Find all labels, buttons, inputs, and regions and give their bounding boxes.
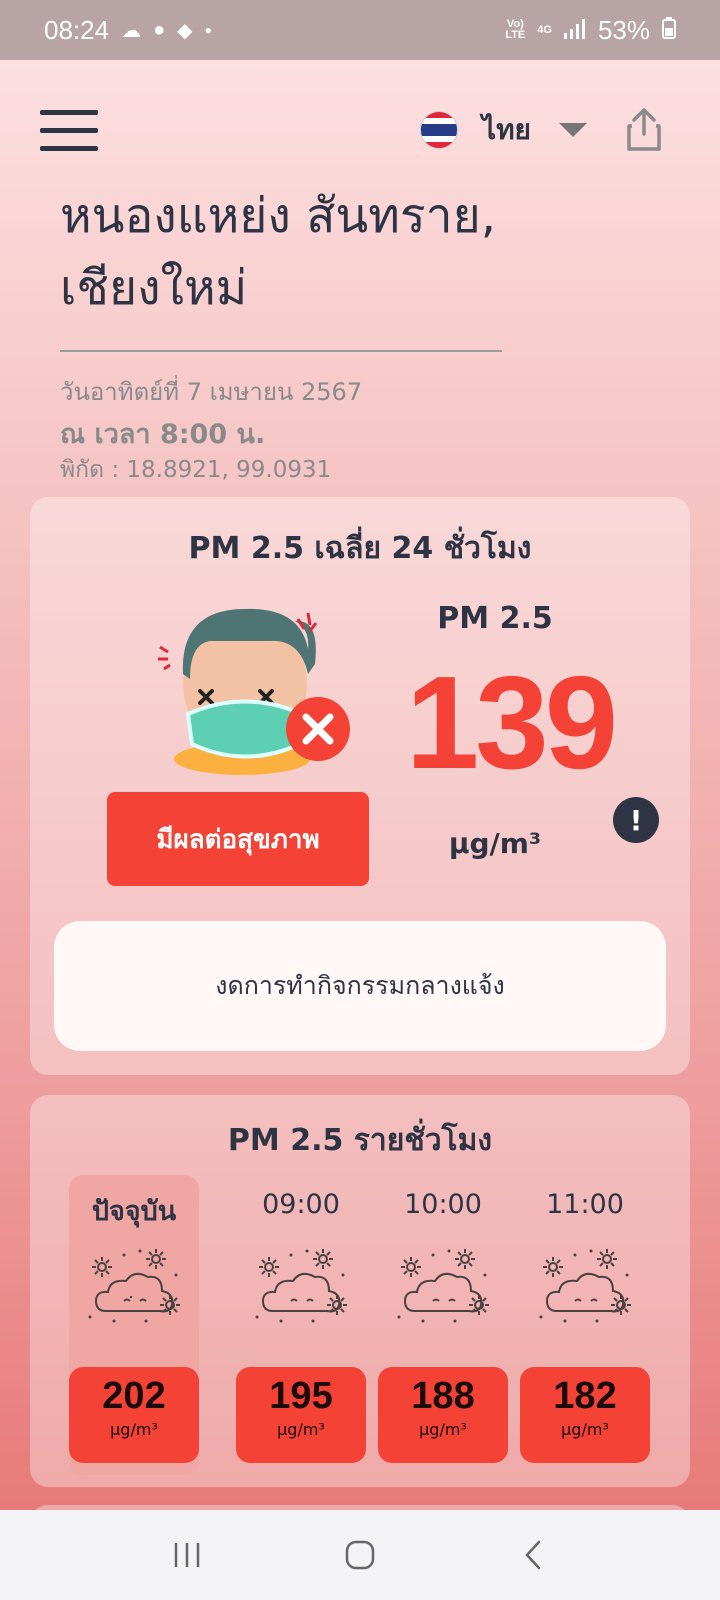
time-text: ณ เวลา 8:00 น. (60, 419, 266, 450)
battery-icon (662, 15, 676, 46)
chevron-down-icon (558, 123, 587, 137)
cloud-icon: ☁ (121, 19, 142, 42)
hour-value-box: 195 μg/m³ (236, 1367, 366, 1463)
hour-item-1100[interactable]: 11:00 182 μg/m³ (520, 1175, 650, 1475)
hour-label: 09:00 (262, 1189, 340, 1220)
advice-text: งดการทำกิจกรรมกลางแจ้ง (215, 971, 505, 1000)
hour-unit: μg/m³ (110, 1420, 158, 1439)
hour-value: 188 (411, 1375, 475, 1417)
hour-unit: μg/m³ (277, 1420, 325, 1439)
recent-apps-icon[interactable] (157, 1525, 217, 1585)
thailand-flag-icon (420, 111, 458, 149)
language-selector[interactable]: ไทย (420, 108, 587, 152)
dot-icon: ● (204, 23, 212, 37)
hour-item-1000[interactable]: 10:00 188 μg/m³ (378, 1175, 508, 1475)
pm-value: 139 (405, 649, 618, 796)
status-time: 08:24 (44, 14, 110, 45)
hour-value-box: 202 μg/m³ (69, 1367, 199, 1463)
network-type: 4G (537, 23, 552, 36)
signal-icon (563, 15, 586, 46)
language-label: ไทย (482, 113, 531, 146)
home-icon[interactable] (330, 1525, 390, 1585)
hour-label: ปัจจุบัน (91, 1196, 177, 1227)
health-status-button[interactable]: มีผลต่อสุขภาพ (107, 792, 369, 886)
info-icon[interactable]: ! (613, 797, 659, 843)
hour-item-current[interactable]: ปัจจุบัน 202 μg/m³ (69, 1175, 199, 1475)
hour-value: 202 (102, 1375, 166, 1417)
hour-unit: μg/m³ (561, 1420, 609, 1439)
hour-item-0900[interactable]: 09:00 195 μg/m³ (236, 1175, 366, 1475)
hour-value-box: 182 μg/m³ (520, 1367, 650, 1463)
hour-value-box: 188 μg/m³ (378, 1367, 508, 1463)
hour-value: 182 (553, 1375, 617, 1417)
system-nav-bar (0, 1510, 720, 1600)
pm-unit: μg/m³ (448, 827, 542, 860)
menu-icon[interactable] (40, 110, 98, 152)
hour-label: 10:00 (404, 1189, 482, 1220)
share-icon[interactable] (626, 106, 662, 152)
pm-daily-title: PM 2.5 เฉลี่ย 24 ชั่วโมง (188, 531, 532, 566)
date-text: วันอาทิตย์ที่ 7 เมษายน 2567 (60, 378, 363, 406)
haze-cloud-icon (84, 1245, 184, 1325)
hour-unit: μg/m³ (419, 1420, 467, 1439)
pm-hourly-title: PM 2.5 รายชั่วโมง (227, 1123, 493, 1158)
status-bar: 08:24 ☁ ● ◆ ● Vo) LTE 4G 53% (0, 0, 720, 60)
advice-box: งดการทำกิจกรรมกลางแจ้ง (54, 921, 666, 1051)
location-title: หนองแหย่ง สันทราย, เชียงใหม่ (60, 188, 496, 316)
coordinates-text: พิกัด : 18.8921, 99.0931 (60, 457, 332, 483)
haze-cloud-icon (393, 1245, 493, 1325)
divider (60, 350, 502, 352)
line-icon: ● (153, 18, 166, 41)
hour-value: 195 (269, 1375, 333, 1417)
back-icon[interactable] (503, 1525, 563, 1585)
sick-face-mask-icon (150, 589, 360, 779)
volte-icon: Vo) LTE (505, 18, 526, 41)
hour-label: 11:00 (546, 1189, 624, 1220)
pm-daily-card: PM 2.5 เฉลี่ย 24 ชั่วโมง มีผลต่อสุขภาพ P… (30, 497, 690, 1075)
pm-label: PM 2.5 (437, 601, 553, 636)
pm-hourly-card: PM 2.5 รายชั่วโมง ปัจจุบัน 202 μg/m³ 09:… (30, 1095, 690, 1487)
haze-cloud-icon (535, 1245, 635, 1325)
battery-percent: 53% (597, 14, 650, 45)
haze-cloud-icon (251, 1245, 351, 1325)
chat-icon: ◆ (177, 19, 193, 42)
